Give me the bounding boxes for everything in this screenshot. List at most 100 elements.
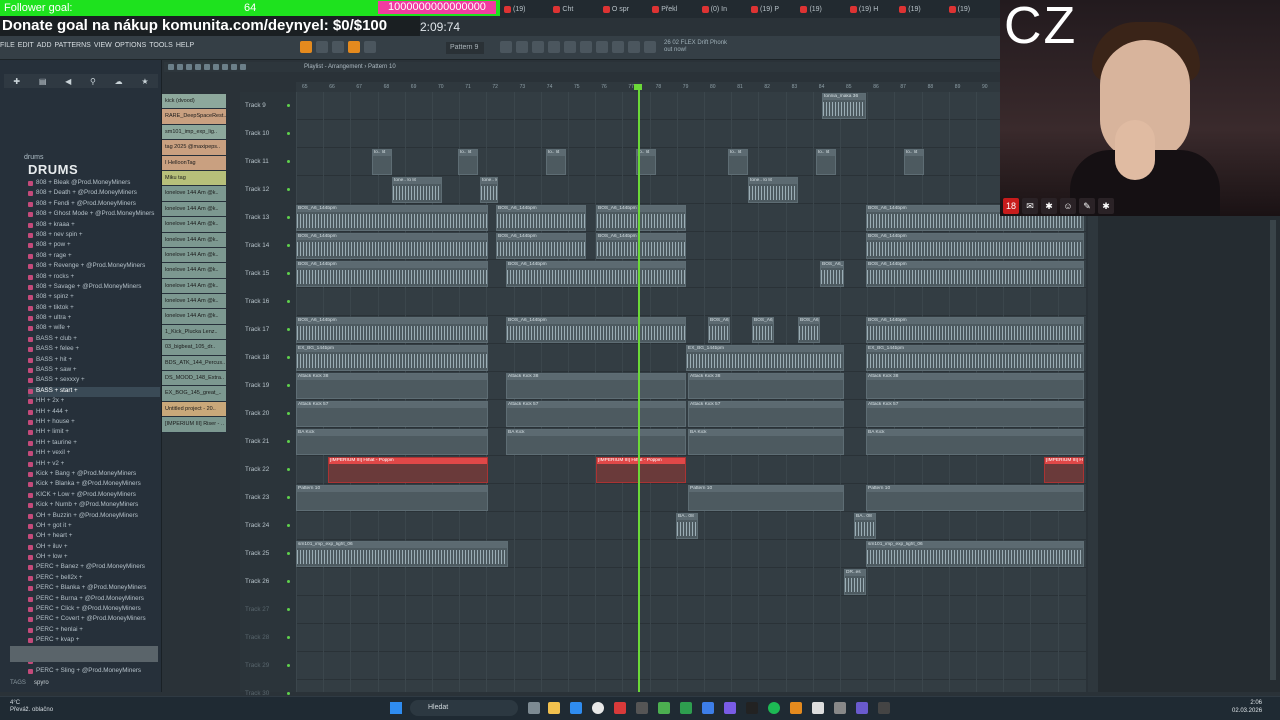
app-icon-4[interactable] [702, 702, 714, 714]
playlist-clip[interactable]: lo.. lit [904, 149, 924, 175]
browser-tab[interactable]: O spr [602, 2, 650, 16]
page-scrollbar[interactable] [1270, 220, 1276, 680]
track-header[interactable]: Track 14 [240, 232, 296, 260]
track-header[interactable]: Track 23 [240, 484, 296, 512]
playlist-clip[interactable]: sm101_imp_exp_light_06 [866, 541, 1084, 567]
playlist-clip[interactable]: lo.. lit [372, 149, 392, 175]
browser-file-item[interactable]: Kick + Bang + @Prod.MoneyMiners [28, 470, 160, 480]
playback-tool-icon[interactable] [240, 64, 246, 70]
track-header[interactable]: Track 19 [240, 372, 296, 400]
browser-file-item[interactable]: Kick + Blanka + @Prod.MoneyMiners [28, 480, 160, 490]
playlist-clip[interactable]: BA Kick [296, 429, 488, 455]
playlist-clip[interactable]: BOS_A6_144bpm [506, 261, 686, 287]
browser-file-item[interactable]: 808 + Revenge + @Prod.MoneyMiners [28, 262, 160, 272]
stop-button[interactable] [332, 41, 344, 53]
playlist-clip[interactable]: Attack Kick 38 [506, 373, 686, 399]
track-header[interactable]: Track 13 [240, 204, 296, 232]
record-button[interactable] [348, 41, 360, 53]
browser-file-item[interactable]: 808 + pow + [28, 241, 160, 251]
browser-tab[interactable]: (19) [504, 2, 551, 16]
browser-add-icon[interactable]: ✚ [13, 77, 20, 86]
settings-button[interactable] [596, 41, 608, 53]
browser-tab[interactable]: (19) [948, 2, 996, 16]
browser-file-item[interactable]: HH + limit + [28, 428, 160, 438]
sample-preview-waveform[interactable] [10, 646, 158, 662]
file-explorer-icon[interactable] [548, 702, 560, 714]
playlist-clip[interactable]: Attack Kick 38 [296, 373, 488, 399]
pattern-clip-source[interactable]: 03_bigbeat_105_dr.. [162, 340, 226, 356]
metronome-button[interactable] [364, 41, 376, 53]
excel-icon[interactable] [680, 702, 692, 714]
track-header[interactable]: Track 21 [240, 428, 296, 456]
browser-tab[interactable]: (19) [899, 2, 946, 16]
pattern-clip-source[interactable]: Miku tag [162, 170, 226, 187]
playlist-clip[interactable]: tone.. lo lit [748, 177, 798, 203]
browser-back-icon[interactable]: ◀ [65, 77, 71, 86]
pattern-clip-source[interactable]: lonelove 144 Am @k.. [162, 217, 226, 233]
mute-tool-icon[interactable] [195, 64, 201, 70]
track-lane[interactable] [296, 92, 1086, 120]
browser-file-item[interactable]: PERC + Banez + @Prod.MoneyMiners [28, 563, 160, 573]
pattern-clip-source[interactable]: sm101_imp_exp_lig.. [162, 124, 226, 141]
taskbar-clock[interactable]: 2:06 02.03.2026 [1232, 699, 1262, 715]
playlist-clip[interactable]: BOS_A6_144bpm [866, 317, 1084, 343]
browser-file-item[interactable]: KICK + Low + @Prod.MoneyMiners [28, 491, 160, 501]
playlist-clip[interactable]: Attack Kick 57 [688, 401, 844, 427]
track-header[interactable]: Track 20 [240, 400, 296, 428]
browser-file-item[interactable]: BASS + start + [28, 386, 160, 398]
menu-item-patterns[interactable]: PATTERNS [55, 42, 91, 49]
track-lane[interactable] [296, 624, 1086, 652]
playlist-clip[interactable]: BA.. 08 [854, 513, 876, 539]
pattern-clip-source[interactable]: BDS_ATK_144_Percus.. [162, 355, 226, 372]
browser-file-item[interactable]: OH + got it + [28, 522, 160, 532]
browser-file-item[interactable]: PERC + Sling + @Prod.MoneyMiners [28, 667, 160, 677]
playlist-clip[interactable]: Attack Kick 57 [506, 401, 686, 427]
track-header[interactable]: Track 15 [240, 260, 296, 288]
playlist-clip[interactable]: BOS_A6_144bpm [798, 317, 820, 343]
browser-file-item[interactable]: OH + heart + [28, 532, 160, 542]
browser-file-item[interactable]: PERC + Covert + @Prod.MoneyMiners [28, 615, 160, 625]
browser-file-item[interactable]: 808 + Savage + @Prod.MoneyMiners [28, 283, 160, 293]
browser-button[interactable] [564, 41, 576, 53]
browser-tab[interactable]: Cht [553, 2, 600, 16]
playlist-clip[interactable]: BOS_A6_144bpm [596, 233, 686, 259]
browser-tab[interactable]: (0) In [701, 2, 749, 16]
browser-file-item[interactable]: BASS + hit + [28, 356, 160, 366]
track-header[interactable]: Track 16 [240, 288, 296, 316]
playlist-clip[interactable]: BOS_A6_144bpm [866, 233, 1084, 259]
slip-tool-icon[interactable] [204, 64, 210, 70]
browser-file-item[interactable]: HH + 444 + [28, 408, 160, 418]
browser-file-item[interactable]: 808 + rocks + [28, 273, 160, 283]
playlist-clip[interactable]: tone.. lo lit [392, 177, 442, 203]
track-header[interactable]: Track 17 [240, 316, 296, 344]
track-header[interactable]: Track 11 [240, 148, 296, 176]
browser-tab[interactable]: (19) [800, 2, 847, 16]
browser-file-item[interactable]: 808 + nev spin + [28, 231, 160, 241]
playlist-clip[interactable]: [IMPERIUM III] Hihat - Poppin [328, 457, 488, 483]
pattern-selector[interactable]: Pattern 9 [446, 42, 484, 54]
playlist-clip[interactable]: BOS_A6_144bpm [496, 205, 586, 231]
playlist-clip[interactable]: BOS_A6_144bpm [496, 233, 586, 259]
browser-file-item[interactable]: Kick + Numb + @Prod.MoneyMiners [28, 501, 160, 511]
track-header[interactable]: Track 10 [240, 120, 296, 148]
browser-file-item[interactable]: 808 + Ghost Mode + @Prod.MoneyMiners [28, 210, 160, 220]
playlist-clip[interactable]: BOS_A6_144bpm [596, 205, 686, 231]
browser-file-item[interactable]: BASS + club + [28, 335, 160, 345]
track-lane[interactable] [296, 652, 1086, 680]
browser-file-item[interactable]: 808 + rage + [28, 252, 160, 262]
browser-file-item[interactable]: 808 + wife + [28, 324, 160, 334]
track-lane[interactable] [296, 148, 1086, 176]
browser-file-item[interactable]: HH + house + [28, 418, 160, 428]
browser-file-item[interactable]: 808 + spinz + [28, 293, 160, 303]
taskbar-search[interactable]: Hledat [410, 700, 518, 716]
playlist-clip[interactable]: BOS_A6_144bpm [296, 317, 488, 343]
track-header[interactable]: Track 22 [240, 456, 296, 484]
browser-cloud-icon[interactable]: ☁ [115, 77, 123, 86]
browser-tab[interactable]: (19) P [751, 2, 798, 16]
zoom-tool-icon[interactable] [231, 64, 237, 70]
track-lane[interactable] [296, 568, 1086, 596]
browser-file-item[interactable]: HH + v2 + [28, 460, 160, 470]
discord-icon[interactable] [724, 702, 736, 714]
playlist-clip[interactable]: BOS_A6_144bpm [296, 261, 488, 287]
playlist-clip[interactable]: Pattern 10 [296, 485, 488, 511]
